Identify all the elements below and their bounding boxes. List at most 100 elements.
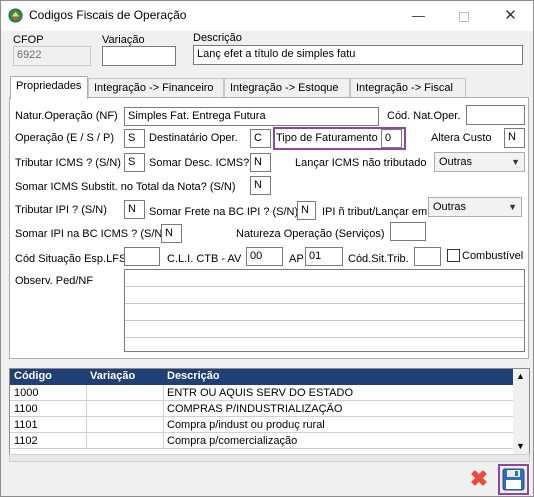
tributar-icms-field[interactable]: S: [124, 153, 145, 172]
destinatario-label: Destinatário Oper.: [149, 132, 238, 144]
cancel-button[interactable]: ✖: [467, 467, 491, 491]
cancel-x-icon: ✖: [469, 466, 489, 491]
column-header-codigo[interactable]: Código: [14, 370, 52, 382]
descricao-label: Descrição: [193, 32, 242, 44]
destinatario-field[interactable]: C: [250, 129, 271, 148]
ipi-trib-label: IPI ñ tribut/Lançar em: [322, 206, 428, 218]
cell-codigo: 1000: [14, 387, 39, 399]
cli-ctb-field[interactable]: 00: [246, 247, 283, 266]
lancar-icms-value: Outras: [439, 156, 473, 168]
window-title: Codigos Fiscais de Operação: [29, 8, 187, 22]
memo-line: [125, 337, 524, 338]
altera-custo-label: Altera Custo: [431, 132, 492, 144]
table-row[interactable]: 1102 Compra p/comercialização: [10, 433, 513, 449]
cell-divider: [163, 433, 164, 449]
cell-descricao: COMPRAS P/INDUSTRIALIZAÇÃO: [167, 403, 343, 415]
cell-descricao: ENTR OU AQUIS SERV DO ESTADO: [167, 387, 354, 399]
cell-divider: [86, 401, 87, 417]
column-header-variacao[interactable]: Variação: [90, 370, 135, 382]
title-bar[interactable]: Codigos Fiscais de Operação — ✕: [1, 1, 533, 31]
altera-custo-field[interactable]: N: [504, 128, 525, 148]
cod-situacao-lfs-label: Cód Situação Esp.LFS: [15, 253, 127, 265]
somar-ipi-field[interactable]: N: [161, 224, 182, 243]
operacao-field[interactable]: S: [124, 129, 145, 148]
cell-codigo: 1101: [14, 419, 38, 431]
variacao-label: Variação: [102, 34, 145, 46]
column-header-descricao[interactable]: Descrição: [167, 370, 220, 382]
somar-frete-field[interactable]: N: [297, 201, 316, 220]
grid-horizontal-scrollbar[interactable]: [9, 454, 530, 462]
cod-situacao-lfs-field[interactable]: [124, 247, 160, 266]
somar-desc-icms-label: Somar Desc. ICMS?: [149, 157, 250, 169]
lancar-icms-label: Lançar ICMS não tributado: [295, 157, 427, 169]
cell-codigo: 1102: [14, 435, 38, 447]
table-row[interactable]: 1000 ENTR OU AQUIS SERV DO ESTADO: [10, 385, 513, 401]
observ-memo[interactable]: [124, 269, 525, 352]
natur-operacao-field[interactable]: Simples Fat. Entrega Futura: [124, 107, 379, 126]
somar-desc-icms-field[interactable]: N: [250, 153, 271, 172]
cell-divider: [163, 417, 164, 433]
somar-icms-subst-label: Somar ICMS Substit. no Total da Nota? (S…: [15, 181, 236, 193]
chevron-down-icon: ▼: [508, 202, 517, 212]
maximize-button[interactable]: [441, 1, 486, 31]
ipi-trib-value: Outras: [433, 201, 467, 213]
cfop-grid[interactable]: Código Variação Descrição 1000 ENTR OU A…: [9, 368, 530, 455]
cell-divider: [163, 401, 164, 417]
tab-integracao-estoque[interactable]: Integração -> Estoque: [224, 78, 350, 98]
descricao-field[interactable]: Lanç efet a título de simples fatu: [193, 45, 523, 65]
ap-field[interactable]: 01: [305, 247, 343, 266]
cod-sit-trib-field[interactable]: [414, 247, 441, 266]
cli-ctb-label: C.L.I. CTB - AV: [167, 253, 242, 265]
memo-line: [125, 286, 524, 287]
somar-frete-label: Somar Frete na BC IPI ? (S/N): [149, 206, 299, 218]
tab-integracao-fiscal[interactable]: Integração -> Fiscal: [350, 78, 466, 98]
cfop-label: CFOP: [13, 34, 44, 46]
cell-divider: [163, 385, 164, 401]
combustivel-checkbox[interactable]: [447, 249, 460, 262]
grid-vertical-scrollbar[interactable]: ▲ ▼: [513, 369, 529, 454]
cod-nat-oper-field[interactable]: [466, 105, 525, 125]
variacao-field[interactable]: [102, 46, 176, 66]
ap-label: AP: [289, 253, 304, 265]
lancar-icms-select[interactable]: Outras ▼: [434, 152, 525, 172]
fiscal-codes-window: Codigos Fiscais de Operação — ✕ CFOP 692…: [0, 0, 534, 497]
tributar-icms-label: Tributar ICMS ? (S/N): [15, 157, 121, 169]
table-row[interactable]: 1100 COMPRAS P/INDUSTRIALIZAÇÃO: [10, 401, 513, 417]
scroll-down-icon[interactable]: ▼: [516, 441, 525, 451]
save-button[interactable]: [500, 466, 527, 493]
cell-divider: [86, 417, 87, 433]
tipo-faturamento-field[interactable]: 0: [381, 129, 402, 148]
table-row[interactable]: 1101 Compra p/indust ou produç rural: [10, 417, 513, 433]
grid-header: Código Variação Descrição: [10, 369, 513, 385]
ipi-trib-select[interactable]: Outras ▼: [428, 197, 522, 217]
memo-line: [125, 303, 524, 304]
tab-integracao-financeiro[interactable]: Integração -> Financeiro: [88, 78, 224, 98]
natureza-operacao-field[interactable]: [390, 222, 426, 241]
operacao-label: Operação (E / S / P): [15, 132, 115, 144]
cfop-field: 6922: [13, 46, 91, 66]
cell-divider: [86, 433, 87, 449]
maximize-icon: [458, 11, 469, 22]
tipo-faturamento-label: Tipo de Faturamento: [276, 132, 378, 144]
somar-ipi-label: Somar IPI na BC ICMS ? (S/N): [15, 228, 166, 240]
somar-icms-subst-field[interactable]: N: [250, 176, 271, 195]
chevron-down-icon: ▼: [511, 157, 520, 167]
tributar-ipi-field[interactable]: N: [124, 200, 145, 219]
floppy-disk-icon: [502, 468, 525, 491]
cod-sit-trib-label: Cód.Sit.Trib.: [348, 253, 409, 265]
cell-divider: [86, 385, 87, 401]
cod-nat-oper-label: Cód. Nat.Oper.: [387, 110, 461, 122]
close-button[interactable]: ✕: [488, 1, 533, 31]
cell-descricao: Compra p/comercialização: [167, 435, 298, 447]
natur-operacao-label: Natur.Operação (NF): [15, 110, 118, 122]
tab-propriedades[interactable]: Propriedades: [10, 76, 88, 99]
minimize-button[interactable]: —: [396, 1, 441, 31]
natureza-operacao-label: Natureza Operação (Serviços): [236, 228, 385, 240]
tributar-ipi-label: Tributar IPI ? (S/N): [15, 204, 107, 216]
combustivel-label: Combustível: [462, 250, 524, 262]
app-icon: [8, 8, 23, 23]
observ-label: Observ. Ped/NF: [15, 275, 94, 287]
cell-descricao: Compra p/indust ou produç rural: [167, 419, 325, 431]
cell-codigo: 1100: [14, 403, 38, 415]
scroll-up-icon[interactable]: ▲: [516, 371, 525, 381]
